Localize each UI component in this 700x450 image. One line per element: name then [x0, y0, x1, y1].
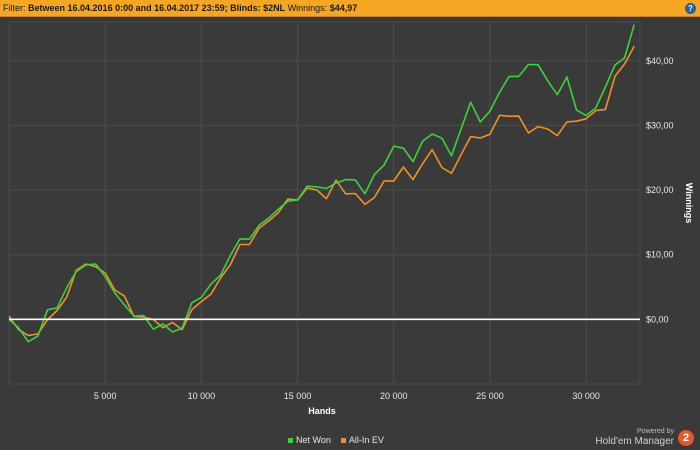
y-tick-label: $0,00: [646, 314, 669, 324]
series-line-all-in-ev: [8, 45, 635, 337]
powered-by: Powered by Hold'em Manager: [595, 428, 674, 448]
x-axis-ticks: 5 000 10 000 15 000 20 000 25 000 30 000: [94, 391, 600, 401]
x-tick-label: 5 000: [94, 391, 117, 401]
chart-legend: Net Won All-In EV: [288, 435, 384, 445]
hm2-logo: 2: [678, 430, 694, 446]
product-name: Hold'em Manager: [595, 436, 674, 447]
y-tick-label: $30,00: [646, 120, 674, 130]
winnings-chart: 5 000 10 000 15 000 20 000 25 000 30 000 $0,0…: [8, 21, 694, 416]
y-axis-ticks: $0,00 $10,00 $20,00 $30,00 $40,00: [646, 56, 674, 325]
x-tick-label: 15 000: [284, 391, 312, 401]
legend-item[interactable]: All-In EV: [340, 435, 384, 445]
chart-series: [8, 24, 640, 343]
y-tick-label: $20,00: [646, 185, 674, 195]
y-axis-title: Winnings: [684, 183, 694, 223]
legend-swatch: [340, 437, 346, 443]
y-tick-label: $10,00: [646, 250, 674, 260]
series-line-net-won: [8, 24, 635, 343]
x-tick-label: 10 000: [188, 391, 216, 401]
legend-swatch: [288, 437, 293, 443]
legend-item[interactable]: Net Won: [288, 435, 331, 445]
x-tick-label: 25 000: [476, 391, 504, 401]
x-tick-label: 30 000: [572, 391, 600, 401]
x-axis-title: Hands: [308, 406, 336, 416]
legend-label: All-In EV: [348, 435, 384, 445]
y-tick-label: $40,00: [646, 56, 674, 66]
powered-by-label: Powered by: [637, 428, 674, 435]
x-tick-label: 20 000: [380, 391, 408, 401]
legend-label: Net Won: [296, 435, 331, 445]
